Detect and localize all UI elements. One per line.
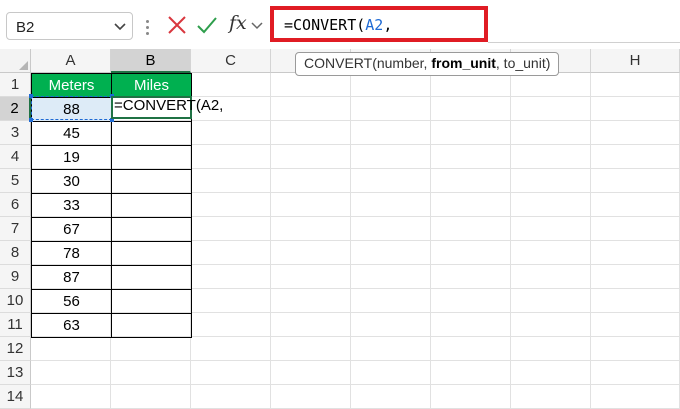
table-header-meters[interactable]: Meters — [31, 73, 112, 98]
table-cell-meters[interactable]: 56 — [31, 289, 112, 314]
table-cell-meters[interactable]: 19 — [31, 145, 112, 170]
formula-bar-area: B2 fx =CONVERT(A2, — [0, 0, 680, 50]
table-cell-meters[interactable]: 78 — [31, 241, 112, 266]
row-header-3[interactable]: 3 — [0, 121, 31, 145]
row-header-1[interactable]: 1 — [0, 73, 31, 97]
formula-input[interactable]: =CONVERT(A2, — [270, 6, 488, 42]
gridline — [31, 384, 680, 385]
row-header-5[interactable]: 5 — [0, 169, 31, 193]
separator-dots-icon[interactable] — [146, 20, 149, 38]
row-header-9[interactable]: 9 — [0, 265, 31, 289]
formula-text: =CONVERT(A2, — [284, 16, 392, 34]
name-box-value: B2 — [16, 19, 35, 36]
formula-ref: A2 — [365, 16, 384, 34]
gridline — [350, 73, 351, 408]
function-argument-tooltip[interactable]: CONVERT(number, from_unit, to_unit) — [295, 52, 560, 76]
formula-suffix: , — [383, 16, 393, 34]
select-all-corner[interactable] — [0, 49, 31, 73]
column-header-c[interactable]: C — [191, 49, 271, 73]
table-cell-miles[interactable] — [111, 193, 192, 218]
row-header-7[interactable]: 7 — [0, 217, 31, 241]
table-cell-meters[interactable]: 87 — [31, 265, 112, 290]
tooltip-arg-number[interactable]: number, — [377, 55, 431, 71]
row-header-2[interactable]: 2 — [0, 97, 31, 121]
row-header-12[interactable]: 12 — [0, 337, 31, 361]
cell-b2-editing-text: =CONVERT(A2, — [114, 97, 224, 114]
table-cell-miles[interactable] — [111, 241, 192, 266]
table-cell-miles[interactable] — [111, 313, 192, 338]
gridline — [270, 73, 271, 408]
gridline — [510, 73, 511, 408]
column-header-b[interactable]: B — [111, 49, 191, 73]
enter-check-icon[interactable] — [196, 14, 218, 36]
row-header-8[interactable]: 8 — [0, 241, 31, 265]
table-cell-meters[interactable]: 67 — [31, 217, 112, 242]
column-header-a[interactable]: A — [31, 49, 111, 73]
tooltip-arg-from-unit[interactable]: from_unit — [431, 55, 496, 71]
gridline — [590, 73, 591, 408]
gridline — [31, 360, 680, 361]
row-header-6[interactable]: 6 — [0, 193, 31, 217]
table-cell-miles[interactable] — [111, 145, 192, 170]
table-cell-miles[interactable] — [111, 169, 192, 194]
tooltip-func: CONVERT( — [304, 55, 377, 71]
gridline — [430, 73, 431, 408]
reference-highlight-a2 — [29, 94, 114, 122]
table-cell-miles[interactable] — [111, 265, 192, 290]
tooltip-arg-to-unit[interactable]: , to_unit) — [496, 55, 550, 71]
table-cell-miles[interactable] — [111, 121, 192, 146]
table-cell-miles[interactable] — [111, 289, 192, 314]
row-header-14[interactable]: 14 — [0, 385, 31, 409]
table-cell-meters[interactable]: 33 — [31, 193, 112, 218]
table-cell-miles[interactable] — [111, 217, 192, 242]
chevron-down-icon[interactable] — [113, 19, 127, 33]
chevron-down-icon[interactable] — [251, 19, 263, 31]
insert-function-fx-icon[interactable]: fx — [229, 12, 247, 34]
table-cell-meters[interactable]: 45 — [31, 121, 112, 146]
table-cell-meters[interactable]: 30 — [31, 169, 112, 194]
name-box[interactable]: B2 — [6, 12, 133, 40]
formula-prefix: =CONVERT( — [284, 16, 366, 34]
row-header-13[interactable]: 13 — [0, 361, 31, 385]
row-header-11[interactable]: 11 — [0, 313, 31, 337]
formula-bar-divider — [488, 42, 680, 43]
row-header-10[interactable]: 10 — [0, 289, 31, 313]
table-header-miles[interactable]: Miles — [111, 73, 192, 98]
cancel-x-icon[interactable] — [166, 14, 188, 36]
row-header-4[interactable]: 4 — [0, 145, 31, 169]
column-header-h[interactable]: H — [591, 49, 680, 73]
table-cell-meters[interactable]: 63 — [31, 313, 112, 338]
